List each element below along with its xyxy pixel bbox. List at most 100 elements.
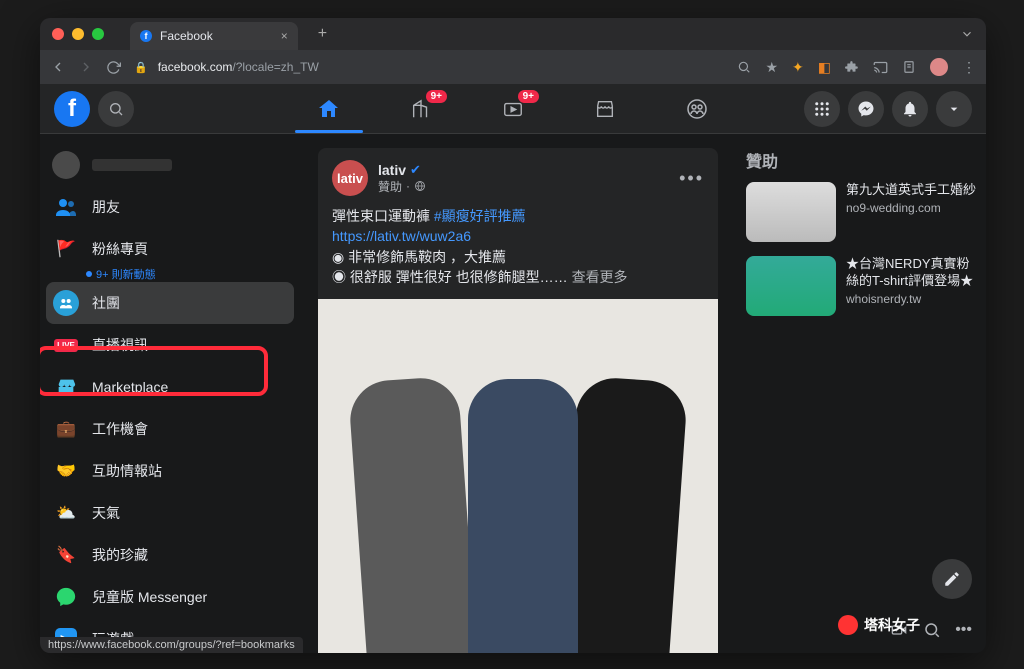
extensions-menu-icon[interactable] — [845, 60, 859, 74]
cast-icon[interactable] — [873, 60, 888, 75]
profile-name — [92, 159, 172, 171]
search-contacts-icon[interactable] — [923, 621, 941, 639]
weather-icon: ⛅ — [52, 499, 80, 527]
status-bar: https://www.facebook.com/groups/?ref=boo… — [40, 637, 303, 653]
post-meta: 贊助 · — [378, 178, 426, 195]
notifications-button[interactable] — [892, 91, 928, 127]
community-help-icon: 🤝 — [52, 457, 80, 485]
new-tab-button[interactable]: + — [318, 25, 327, 43]
pages-badge: 9+ — [426, 90, 447, 103]
see-more-link[interactable]: 查看更多 — [572, 269, 628, 285]
profile-avatar[interactable] — [930, 58, 948, 76]
tab-close-icon[interactable]: × — [281, 29, 288, 43]
account-button[interactable] — [936, 91, 972, 127]
sponsored-domain: whoisnerdy.tw — [846, 292, 976, 306]
browser-window: f Facebook × + 🔒 facebook.com/?locale=zh… — [40, 18, 986, 653]
sidebar-item-friends[interactable]: 朋友 — [46, 186, 294, 228]
post-author[interactable]: lativ — [378, 162, 406, 178]
reload-button[interactable] — [106, 60, 124, 75]
verified-icon: ✔ — [410, 162, 421, 178]
sidebar-label: 朋友 — [92, 197, 120, 217]
search-icon[interactable] — [737, 60, 751, 74]
facebook-favicon: f — [140, 30, 152, 42]
left-sidebar: 朋友 🚩 粉絲專頁 9+ 則新動態 社團 LIVE 直播視訊 Marketpla… — [40, 134, 300, 653]
url-host[interactable]: facebook.com/?locale=zh_TW — [158, 60, 319, 74]
sidebar-label: 工作機會 — [92, 419, 148, 439]
close-window-button[interactable] — [52, 28, 64, 40]
sponsored-text: ★台灣NERDY真實粉絲的T-shirt評價登場★ — [846, 256, 976, 290]
sidebar-profile[interactable] — [46, 144, 294, 186]
sidebar-label: 兒童版 Messenger — [92, 587, 207, 607]
sidebar-item-jobs[interactable]: 💼 工作機會 — [46, 408, 294, 450]
post-image[interactable] — [318, 299, 718, 653]
sidebar-item-messenger-kids[interactable]: 兒童版 Messenger — [46, 576, 294, 618]
tab-title: Facebook — [160, 29, 213, 43]
tab-overflow-icon[interactable] — [960, 27, 974, 41]
saved-icon: 🔖 — [52, 541, 80, 569]
sponsored-thumbnail — [746, 256, 836, 316]
maximize-window-button[interactable] — [92, 28, 104, 40]
pages-tab[interactable]: 9+ — [379, 84, 463, 133]
sidebar-item-weather[interactable]: ⛅ 天氣 — [46, 492, 294, 534]
sidebar-label: 互助情報站 — [92, 461, 162, 481]
post-link[interactable]: https://lativ.tw/wuw2a6 — [332, 228, 471, 244]
bookmark-star-icon[interactable]: ★ — [765, 59, 778, 76]
marketplace-tab[interactable] — [563, 84, 647, 133]
post-body: 彈性束口運動褲 #顯瘦好評推薦 https://lativ.tw/wuw2a6 … — [332, 206, 704, 287]
facebook-header: f 9+ 9+ — [40, 84, 986, 134]
sponsored-thumbnail — [746, 182, 836, 242]
messenger-button[interactable] — [848, 91, 884, 127]
home-tab[interactable] — [287, 84, 371, 133]
browser-menu-icon[interactable]: ⋮ — [962, 59, 976, 76]
fb-nav-tabs: 9+ 9+ — [287, 84, 739, 133]
feed: lativ lativ ✔ 贊助 · ••• 彈性束口運動褲 #顯瘦好評推薦 h… — [300, 134, 736, 653]
titlebar: f Facebook × + — [40, 18, 986, 50]
sidebar-item-pages[interactable]: 🚩 粉絲專頁 — [46, 228, 294, 270]
extension-icon-1[interactable]: ✦ — [792, 59, 804, 76]
globe-icon — [414, 180, 426, 192]
product-image — [468, 379, 578, 653]
browser-tab[interactable]: f Facebook × — [130, 22, 298, 50]
sponsored-post: lativ lativ ✔ 贊助 · ••• 彈性束口運動褲 #顯瘦好評推薦 h… — [318, 148, 718, 639]
friends-icon — [52, 193, 80, 221]
window-controls — [52, 28, 104, 40]
sponsored-item[interactable]: 第九大道英式手工婚紗 no9-wedding.com — [746, 182, 976, 242]
menu-grid-button[interactable] — [804, 91, 840, 127]
sponsored-item[interactable]: ★台灣NERDY真實粉絲的T-shirt評價登場★ whoisnerdy.tw — [746, 256, 976, 316]
groups-tab[interactable] — [655, 84, 739, 133]
post-avatar[interactable]: lativ — [332, 160, 368, 196]
sidebar-label: 粉絲專頁 — [92, 239, 148, 259]
watermark-text: 塔科女子 — [864, 615, 920, 635]
contacts-more-icon[interactable]: ••• — [955, 621, 972, 639]
forward-button[interactable] — [78, 59, 96, 75]
compose-button[interactable] — [932, 559, 972, 599]
pages-icon: 🚩 — [52, 235, 80, 263]
extension-icon-2[interactable]: ◧ — [818, 59, 831, 76]
reading-list-icon[interactable] — [902, 60, 916, 74]
sponsored-title: 贊助 — [746, 148, 976, 172]
sidebar-label: 天氣 — [92, 503, 120, 523]
watermark-icon — [838, 615, 858, 635]
fb-header-right — [804, 91, 972, 127]
watch-badge: 9+ — [518, 90, 539, 103]
messenger-kids-icon — [52, 583, 80, 611]
sidebar-label: 我的珍藏 — [92, 545, 148, 565]
fb-search-button[interactable] — [98, 91, 134, 127]
sidebar-item-groups[interactable]: 社團 — [46, 282, 294, 324]
groups-icon — [52, 289, 80, 317]
annotation-highlight — [40, 346, 268, 396]
minimize-window-button[interactable] — [72, 28, 84, 40]
lock-icon[interactable]: 🔒 — [134, 61, 148, 74]
watch-tab[interactable]: 9+ — [471, 84, 555, 133]
url-bar: 🔒 facebook.com/?locale=zh_TW ★ ✦ ◧ ⋮ — [40, 50, 986, 84]
user-avatar — [52, 151, 80, 179]
post-more-button[interactable]: ••• — [679, 168, 704, 189]
product-image — [348, 376, 479, 653]
facebook-logo[interactable]: f — [54, 91, 90, 127]
sidebar-item-saved[interactable]: 🔖 我的珍藏 — [46, 534, 294, 576]
watermark: 塔科女子 — [838, 615, 920, 635]
back-button[interactable] — [50, 59, 68, 75]
sidebar-item-community-help[interactable]: 🤝 互助情報站 — [46, 450, 294, 492]
sidebar-label: 社團 — [92, 293, 120, 313]
hashtag-link[interactable]: #顯瘦好評推薦 — [434, 208, 526, 224]
